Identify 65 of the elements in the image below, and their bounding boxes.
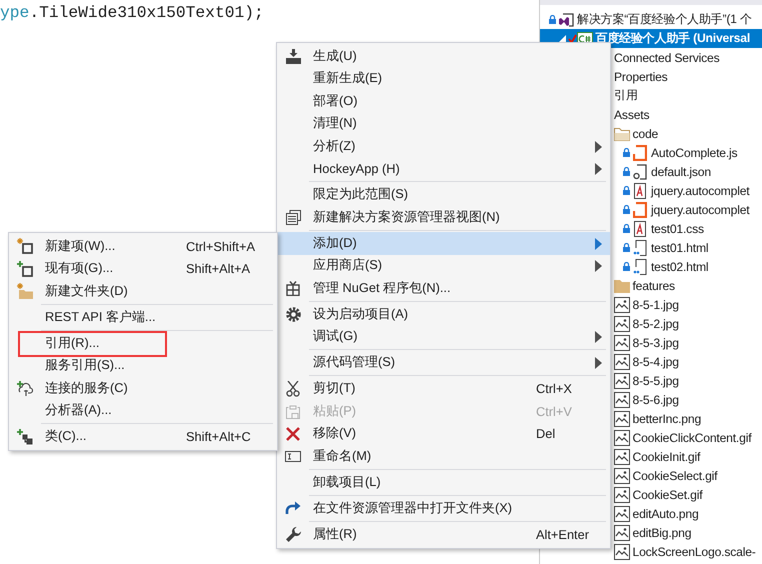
menu-item[interactable]: 服务引用(S)... [9,354,277,377]
shortcut-label: Del [536,426,556,442]
class-icon [17,428,33,445]
stylesheet-file-icon [633,220,647,236]
image-file-icon [614,410,630,426]
image-file-icon [614,544,630,560]
connected-service-icon [17,380,33,396]
package-icon [286,280,300,296]
curved-arrow-icon [285,501,301,516]
menu-item[interactable]: REST API 客户端... [9,306,277,328]
wrench-icon [286,526,300,542]
menu-item[interactable]: 新建文件夹(D) [9,280,277,302]
image-file-icon [614,486,630,502]
build-icon [286,48,300,64]
stylesheet-file-icon [633,182,647,198]
image-file-icon [614,468,630,484]
shortcut-label: Shift+Alt+C [186,429,251,444]
image-file-icon [614,354,630,370]
menu-item[interactable]: 重新生成(E) [277,68,610,90]
rename-icon [285,450,301,462]
image-file-icon [614,334,630,350]
script-file-icon [633,202,647,218]
menu-item[interactable]: 部署(O) [277,90,610,112]
tree-item[interactable]: 解决方案“百度经验个人助手”(1 个 [540,10,762,29]
image-file-icon [614,524,630,540]
menu-item[interactable]: 移除(V) Del [277,422,610,445]
menu-item[interactable]: 新建项(W)... Ctrl+Shift+A [9,235,277,258]
code-line: ype.TileWide310x150Text01); [0,3,264,23]
settings-icon [286,306,300,322]
image-file-icon [614,506,630,522]
menu-item[interactable]: 生成(U) [277,45,610,68]
clipboard-icon [286,403,300,420]
solution-icon [558,12,574,28]
shortcut-label: Ctrl+Shift+A [186,238,255,254]
image-file-icon [614,316,630,332]
shortcut-label: Shift+Alt+A [186,261,250,276]
scissors-icon [286,380,300,397]
menu-item[interactable]: 类(C)... Shift+Alt+C [9,426,277,448]
check-icon [568,34,576,44]
menu-item[interactable]: 引用(R)... [9,332,277,354]
add-item-icon [17,260,33,277]
image-file-icon [614,392,630,408]
shortcut-label: Ctrl+V [536,404,572,419]
new-item-icon [17,238,33,254]
new-folder-icon [17,283,33,300]
image-file-icon [614,372,630,388]
menu-item[interactable]: 分析器(A)... [9,400,277,422]
shortcut-label: Ctrl+X [536,381,572,396]
web-file-icon [633,258,647,274]
menu-item[interactable]: 添加(D) [277,232,610,254]
json-file-icon [633,164,647,180]
folder-icon [614,126,630,140]
expanded-arrow-icon[interactable] [558,35,566,42]
script-file-icon [633,144,647,160]
image-file-icon [614,448,630,464]
window-view-icon [286,210,300,225]
web-file-icon [633,240,647,256]
remove-icon [286,426,300,441]
shortcut-label: Alt+Enter [536,526,589,542]
menu-item[interactable]: 现有项(G)... Shift+Alt+A [9,258,277,280]
menu-item[interactable]: 连接的服务(C) [9,377,277,400]
image-file-icon [614,296,630,312]
menu-item[interactable]: 剪切(T) Ctrl+X [277,378,610,400]
image-file-icon [614,430,630,446]
folder-icon [614,278,630,292]
